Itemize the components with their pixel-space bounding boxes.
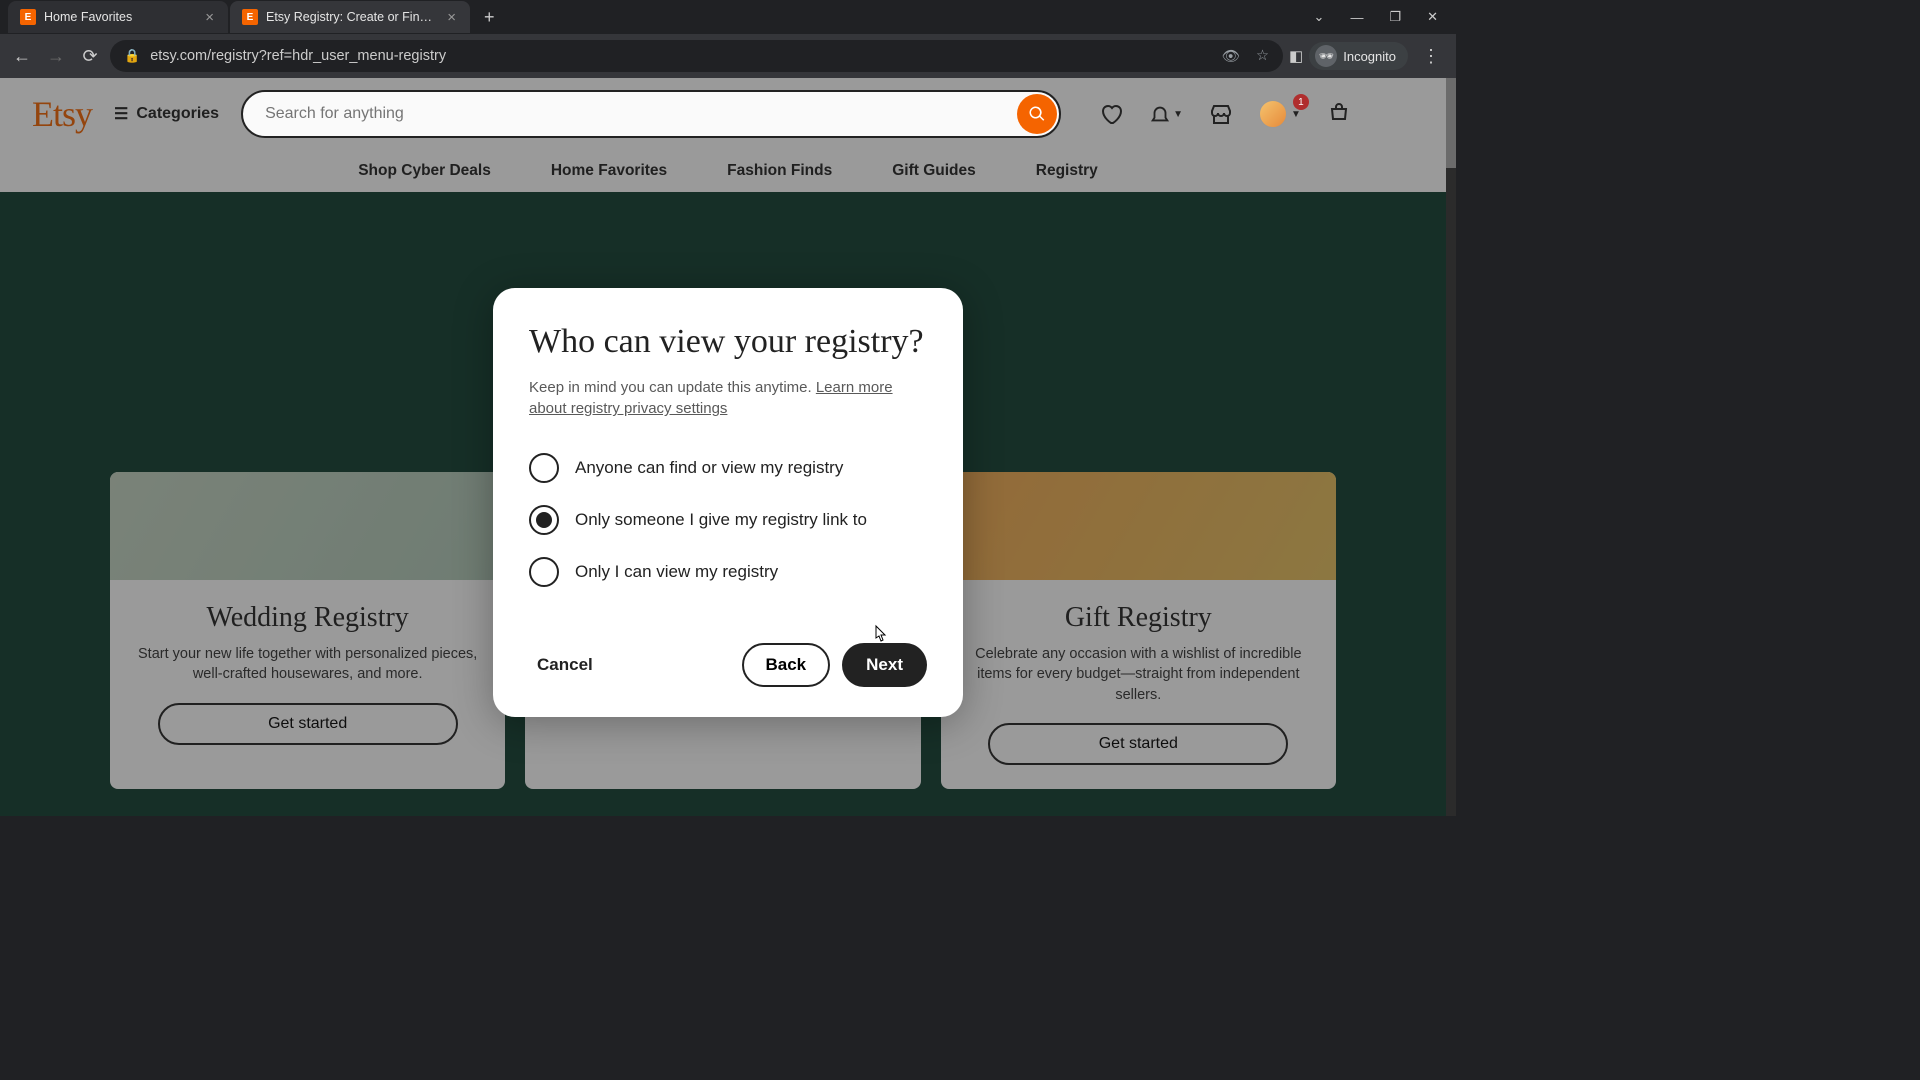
new-tab-button[interactable]: +: [472, 7, 507, 28]
search-button[interactable]: [1017, 94, 1057, 134]
tab-home-favorites[interactable]: E Home Favorites ×: [8, 1, 228, 33]
radio-icon: [529, 557, 559, 587]
radio-icon: [529, 453, 559, 483]
extensions-icon[interactable]: ◧: [1289, 47, 1303, 65]
modal-actions: Cancel Back Next: [529, 643, 927, 687]
close-icon[interactable]: ×: [203, 9, 216, 26]
close-icon[interactable]: ×: [445, 9, 458, 26]
incognito-label: Incognito: [1343, 49, 1396, 64]
etsy-favicon-icon: E: [242, 9, 258, 25]
browser-chrome: E Home Favorites × E Etsy Registry: Crea…: [0, 0, 1456, 78]
radio-label: Only someone I give my registry link to: [575, 510, 867, 530]
tab-etsy-registry[interactable]: E Etsy Registry: Create or Find a G ×: [230, 1, 470, 33]
etsy-favicon-icon: E: [20, 9, 36, 25]
incognito-indicator[interactable]: 🕶 Incognito: [1309, 42, 1408, 70]
notification-badge: 1: [1293, 94, 1309, 110]
radio-icon: [529, 505, 559, 535]
incognito-icon: 🕶: [1315, 45, 1337, 67]
cancel-button[interactable]: Cancel: [529, 643, 601, 687]
tab-title: Home Favorites: [44, 10, 195, 24]
menu-kebab-icon[interactable]: ⋮: [1414, 46, 1448, 67]
bookmark-star-icon[interactable]: ☆: [1256, 48, 1269, 64]
tab-bar: E Home Favorites × E Etsy Registry: Crea…: [0, 0, 1456, 34]
shop-icon[interactable]: [1209, 102, 1233, 126]
chevron-down-icon[interactable]: ⌄: [1306, 5, 1333, 29]
tab-title: Etsy Registry: Create or Find a G: [266, 10, 437, 24]
search-icon: [1028, 105, 1046, 123]
close-window-icon[interactable]: ✕: [1419, 5, 1446, 29]
page: Etsy ☰ Categories ▼ 1 ▼ Shop Cyber Deals…: [0, 78, 1456, 816]
next-button[interactable]: Next: [842, 643, 927, 687]
radio-only-me[interactable]: Only I can view my registry: [529, 557, 927, 587]
url-text: etsy.com/registry?ref=hdr_user_menu-regi…: [150, 48, 1211, 64]
account-avatar[interactable]: 1 ▼: [1259, 100, 1301, 128]
favorites-heart-icon[interactable]: [1099, 102, 1123, 126]
reload-icon[interactable]: ⟳: [76, 42, 104, 70]
url-actions: 👁 ☆: [1222, 48, 1269, 65]
privacy-radio-group: Anyone can find or view my registry Only…: [529, 453, 927, 587]
radio-anyone[interactable]: Anyone can find or view my registry: [529, 453, 927, 483]
lock-icon: 🔒: [124, 48, 140, 64]
url-box[interactable]: 🔒 etsy.com/registry?ref=hdr_user_menu-re…: [110, 40, 1283, 72]
maximize-icon[interactable]: ❐: [1381, 5, 1409, 29]
minimize-icon[interactable]: —: [1342, 6, 1371, 29]
radio-label: Only I can view my registry: [575, 562, 778, 582]
scrollbar-thumb[interactable]: [1446, 78, 1456, 168]
modal-sub-text: Keep in mind you can update this anytime…: [529, 379, 816, 396]
back-icon[interactable]: ←: [8, 42, 36, 70]
radio-link-only[interactable]: Only someone I give my registry link to: [529, 505, 927, 535]
search-wrap: [241, 90, 1061, 138]
back-button[interactable]: Back: [742, 643, 831, 687]
search-input[interactable]: [241, 90, 1061, 138]
modal-subtitle: Keep in mind you can update this anytime…: [529, 377, 927, 419]
modal-title: Who can view your registry?: [529, 322, 927, 361]
address-bar: ← → ⟳ 🔒 etsy.com/registry?ref=hdr_user_m…: [0, 34, 1456, 78]
window-controls: ⌄ — ❐ ✕: [1306, 5, 1456, 29]
forward-icon[interactable]: →: [42, 42, 70, 70]
scrollbar[interactable]: [1446, 78, 1456, 816]
avatar-icon: [1259, 100, 1287, 128]
notifications-bell-icon[interactable]: ▼: [1149, 103, 1183, 125]
radio-label: Anyone can find or view my registry: [575, 458, 843, 478]
eye-off-icon[interactable]: 👁: [1222, 48, 1240, 65]
cart-icon[interactable]: [1327, 102, 1351, 126]
privacy-modal: Who can view your registry? Keep in mind…: [493, 288, 963, 717]
